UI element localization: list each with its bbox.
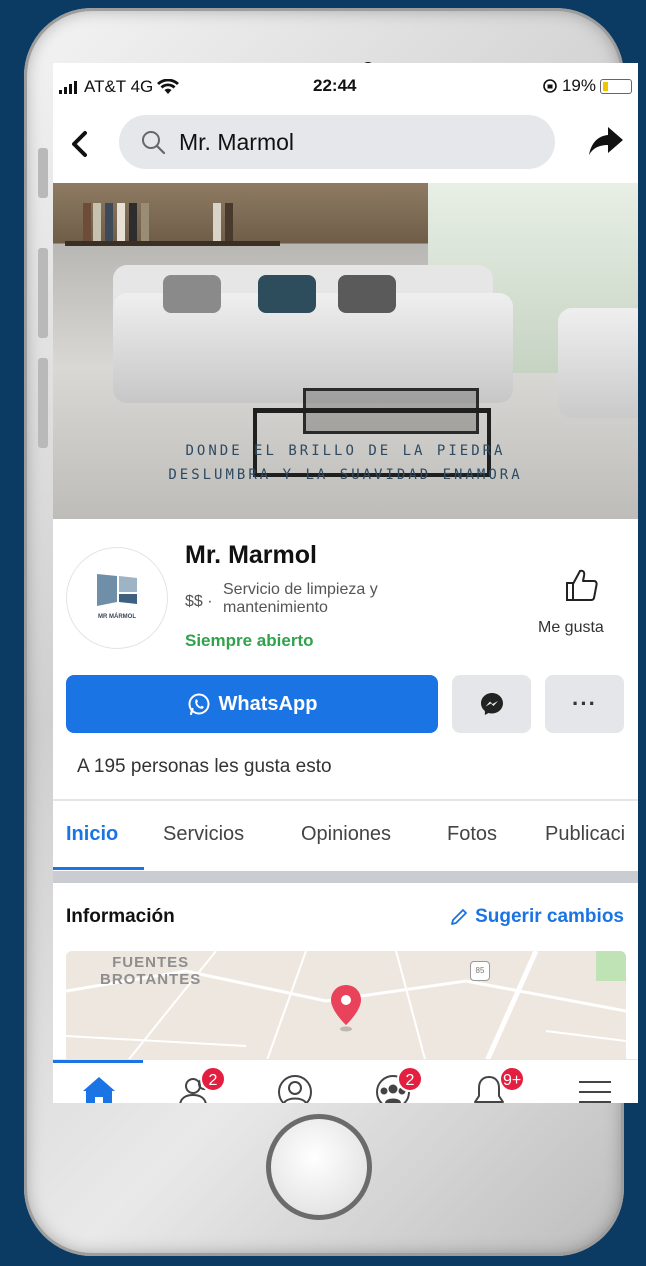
tab-opiniones[interactable]: Opiniones	[301, 823, 391, 846]
info-section-title: Información	[66, 906, 175, 927]
active-nav-indicator	[53, 1060, 143, 1063]
pencil-icon	[451, 909, 468, 925]
carrier-label: AT&T 4G	[84, 77, 154, 96]
suggest-edits-link[interactable]: Sugerir cambios	[449, 906, 624, 928]
active-tab-indicator	[53, 867, 144, 870]
home-icon[interactable]	[79, 1072, 119, 1103]
page-title: Mr. Marmol	[185, 541, 317, 569]
back-arrow-icon[interactable]	[67, 129, 93, 159]
groups-badge: 2	[397, 1066, 423, 1092]
road-shield: 85	[470, 961, 490, 981]
whatsapp-button[interactable]: WhatsApp	[66, 675, 438, 733]
tab-inicio[interactable]: Inicio	[66, 823, 118, 846]
tab-servicios[interactable]: Servicios	[163, 823, 244, 846]
map-pin-icon	[331, 985, 361, 1032]
suggest-edits-label: Sugerir cambios	[475, 906, 624, 927]
search-icon	[142, 131, 166, 155]
divider	[53, 799, 638, 801]
bottom-nav-bar: 2 2 9+	[53, 1059, 638, 1103]
location-map[interactable]: FUENTES BROTANTES 85	[66, 951, 626, 1063]
mute-switch	[38, 148, 48, 198]
home-button[interactable]	[266, 1114, 372, 1220]
page-tabs: Inicio Servicios Opiniones Fotos Publica…	[53, 823, 638, 873]
like-page-label[interactable]: Me gusta	[538, 619, 604, 637]
search-query: Mr. Marmol	[179, 128, 294, 155]
battery-percent: 19%	[561, 76, 596, 95]
screen: AT&T 4G 22:44 19% Mr. Marmol DONDE EL BR…	[53, 63, 638, 1103]
menu-icon[interactable]	[575, 1072, 615, 1103]
volume-up-button	[38, 248, 48, 338]
price-range: $$ ·	[185, 593, 213, 610]
section-separator	[53, 871, 638, 883]
page-logo[interactable]: MR MÁRMOL	[66, 547, 168, 649]
rotation-lock-icon	[543, 79, 557, 93]
messenger-button[interactable]	[452, 675, 531, 733]
clock: 22:44	[313, 76, 357, 95]
search-bar[interactable]: Mr. Marmol	[119, 115, 555, 169]
logo-text: MR MÁRMOL	[98, 614, 136, 620]
top-nav: Mr. Marmol	[53, 111, 638, 183]
more-options-button[interactable]: ···	[545, 675, 624, 733]
share-icon[interactable]	[588, 125, 624, 157]
messenger-icon	[480, 693, 503, 715]
volume-down-button	[38, 358, 48, 448]
friends-badge: 2	[200, 1066, 226, 1092]
tab-fotos[interactable]: Fotos	[447, 823, 497, 846]
notifications-badge: 9+	[499, 1066, 526, 1092]
cover-tagline-line1: DONDE EL BRILLO DE LA PIEDRA	[185, 443, 506, 459]
profile-icon[interactable]	[275, 1072, 315, 1103]
opening-hours: Siempre abierto	[185, 631, 314, 650]
signal-icon	[59, 80, 77, 94]
thumbs-up-icon[interactable]	[563, 567, 599, 603]
marble-logo-icon	[97, 574, 137, 606]
likes-count: A 195 personas les gusta esto	[77, 756, 332, 777]
wifi-icon	[157, 79, 180, 94]
cover-tagline-line2: DESLUMBRA Y LA SUAVIDAD ENAMORA	[168, 467, 523, 483]
battery-icon	[600, 78, 632, 94]
cover-photo[interactable]: DONDE EL BRILLO DE LA PIEDRA DESLUMBRA Y…	[53, 183, 638, 519]
map-area-label: FUENTES BROTANTES	[100, 954, 202, 988]
page-category: Servicio de limpieza y mantenimiento	[223, 581, 378, 616]
status-bar: AT&T 4G 22:44 19%	[53, 63, 638, 111]
whatsapp-icon	[188, 693, 210, 716]
whatsapp-label: WhatsApp	[218, 692, 318, 715]
tab-publicaciones[interactable]: Publicaci	[545, 823, 625, 846]
